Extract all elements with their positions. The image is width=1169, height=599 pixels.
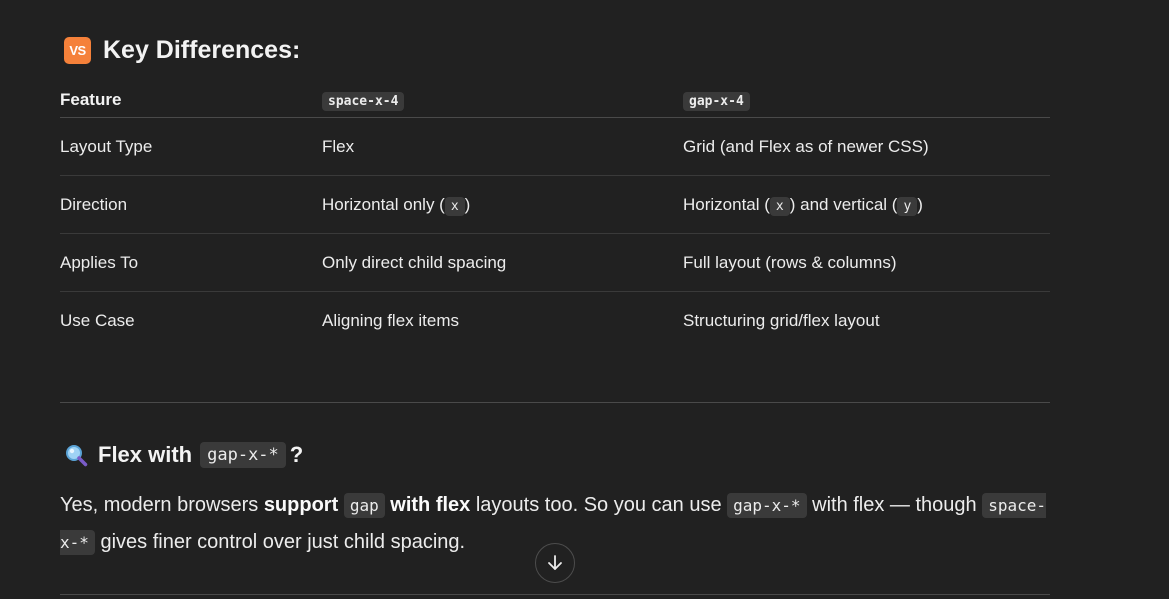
cell-gap: Grid (and Flex as of newer CSS) [683,117,1050,176]
comparison-table: Feature space-x-4 gap-x-4 Layout Type Fl… [60,82,1050,349]
cell-feature: Use Case [60,310,135,330]
header-gap-x-4: gap-x-4 [683,82,1050,118]
cell-gap: Full layout (rows & columns) [683,233,1050,292]
header-space-x-4: space-x-4 [322,82,683,118]
section-title: Key Differences: [103,36,301,64]
table-row: Layout Type Flex Grid (and Flex as of ne… [60,117,1050,176]
magnifier-icon [66,445,88,467]
divider [60,594,1050,595]
table-header-row: Feature space-x-4 gap-x-4 [60,82,1050,118]
cell-space: Horizontal only (x) [322,175,683,234]
table-row: Applies To Only direct child spacing Ful… [60,233,1050,292]
cell-feature: Direction [60,175,322,234]
vs-icon: VS [64,37,91,64]
cell-gap: Structuring grid/flex layout [683,310,880,330]
table-row: Use Case Aligning flex items Structuring… [60,292,1050,350]
section-heading-flex-with-gap: Flex with gap-x-* ? [64,442,303,468]
cell-space: Flex [322,117,683,176]
cell-feature: Layout Type [60,117,322,176]
table-row: Direction Horizontal only (x) Horizontal… [60,175,1050,234]
scroll-to-bottom-button[interactable] [535,543,575,583]
section-heading-key-differences: VS Key Differences: [64,36,300,65]
divider [60,402,1050,403]
arrow-down-icon [548,555,562,570]
cell-space: Aligning flex items [322,310,460,330]
header-feature: Feature [60,82,322,118]
cell-feature: Applies To [60,233,322,292]
inline-code: gap [343,493,385,518]
inline-code: gap-x-* [727,493,807,518]
cell-space: Only direct child spacing [322,233,683,292]
inline-code: gap-x-* [200,442,286,468]
cell-gap: Horizontal (x) and vertical (y) [683,175,1050,234]
section-title: Flex with [98,442,193,467]
